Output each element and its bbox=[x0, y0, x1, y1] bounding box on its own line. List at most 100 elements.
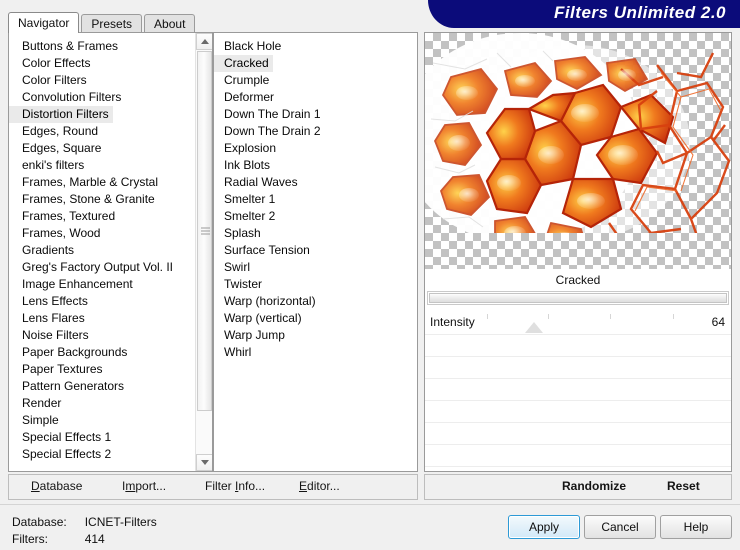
list-item[interactable]: Warp (horizontal) bbox=[214, 292, 417, 309]
list-item[interactable]: Swirl bbox=[214, 258, 417, 275]
category-paper-backgrounds[interactable]: Paper Backgrounds bbox=[9, 344, 131, 361]
filter-deformer[interactable]: Deformer bbox=[214, 89, 278, 106]
list-item[interactable]: Radial Waves bbox=[214, 173, 417, 190]
list-item[interactable]: Warp Jump bbox=[214, 326, 417, 343]
filter-preview-image[interactable] bbox=[425, 33, 731, 269]
list-item[interactable]: Pattern Generators bbox=[9, 377, 212, 394]
list-item[interactable]: Twister bbox=[214, 275, 417, 292]
parameter-row-intensity[interactable]: Intensity 64 bbox=[425, 313, 731, 335]
list-item[interactable]: Smelter 2 bbox=[214, 207, 417, 224]
tab-navigator[interactable]: Navigator bbox=[8, 12, 80, 33]
randomize-button[interactable]: Randomize bbox=[562, 479, 626, 493]
preview-horizontal-scrollbar[interactable] bbox=[427, 291, 729, 305]
filter-smelter-1[interactable]: Smelter 1 bbox=[214, 191, 279, 208]
tab-about[interactable]: About bbox=[144, 14, 196, 32]
list-item[interactable]: Warp (vertical) bbox=[214, 309, 417, 326]
category-list[interactable]: Buttons & Frames Color Effects Color Filte… bbox=[9, 33, 212, 471]
list-item[interactable]: Edges, Square bbox=[9, 139, 212, 156]
category-convolution-filters[interactable]: Convolution Filters bbox=[9, 89, 125, 106]
preview-scrollbar-thumb[interactable] bbox=[429, 293, 727, 303]
scroll-down-button[interactable] bbox=[196, 454, 212, 471]
list-item[interactable]: Down The Drain 1 bbox=[214, 105, 417, 122]
apply-button[interactable]: Apply bbox=[508, 515, 580, 539]
list-item[interactable]: Special Effects 2 bbox=[9, 445, 212, 462]
list-item[interactable]: Frames, Stone & Granite bbox=[9, 190, 212, 207]
category-list-scrollbar[interactable] bbox=[195, 33, 212, 471]
list-item[interactable]: Greg's Factory Output Vol. II bbox=[9, 258, 212, 275]
import-button[interactable]: Import... bbox=[122, 479, 166, 493]
category-frames-wood[interactable]: Frames, Wood bbox=[9, 225, 104, 242]
list-item[interactable]: Buttons & Frames bbox=[9, 37, 212, 54]
category-frames-marble-crystal[interactable]: Frames, Marble & Crystal bbox=[9, 174, 162, 191]
category-frames-stone-granite[interactable]: Frames, Stone & Granite bbox=[9, 191, 159, 208]
list-item[interactable]: Splash bbox=[214, 224, 417, 241]
parameter-slider-track[interactable] bbox=[487, 314, 674, 333]
category-gradients[interactable]: Gradients bbox=[9, 242, 78, 259]
category-edges-round[interactable]: Edges, Round bbox=[9, 123, 102, 140]
list-item[interactable]: Paper Textures bbox=[9, 360, 212, 377]
filter-info-button[interactable]: Filter Info... bbox=[205, 479, 265, 493]
list-item[interactable]: Color Filters bbox=[9, 71, 212, 88]
list-item[interactable]: Down The Drain 2 bbox=[214, 122, 417, 139]
category-lens-flares[interactable]: Lens Flares bbox=[9, 310, 89, 327]
list-item[interactable]: Lens Flares bbox=[9, 309, 212, 326]
list-item[interactable]: Cracked bbox=[214, 54, 417, 72]
list-item[interactable]: Gradients bbox=[9, 241, 212, 258]
list-item[interactable]: Paper Backgrounds bbox=[9, 343, 212, 360]
category-color-filters[interactable]: Color Filters bbox=[9, 72, 91, 89]
filter-down-the-drain-1[interactable]: Down The Drain 1 bbox=[214, 106, 325, 123]
filter-list[interactable]: Black Hole Cracked Crumple Deformer Down The… bbox=[214, 33, 417, 471]
reset-button[interactable]: Reset bbox=[667, 479, 700, 493]
category-paper-textures[interactable]: Paper Textures bbox=[9, 361, 107, 378]
filter-radial-waves[interactable]: Radial Waves bbox=[214, 174, 302, 191]
scroll-up-button[interactable] bbox=[196, 33, 212, 50]
list-item[interactable]: Render bbox=[9, 394, 212, 411]
category-simple[interactable]: Simple bbox=[9, 412, 63, 429]
filter-cracked[interactable]: Cracked bbox=[214, 55, 273, 72]
list-item[interactable]: Frames, Marble & Crystal bbox=[9, 173, 212, 190]
category-noise-filters[interactable]: Noise Filters bbox=[9, 327, 93, 344]
list-item[interactable]: Edges, Round bbox=[9, 122, 212, 139]
filter-black-hole[interactable]: Black Hole bbox=[214, 38, 285, 55]
parameter-slider-thumb[interactable] bbox=[524, 322, 543, 333]
filter-crumple[interactable]: Crumple bbox=[214, 72, 273, 89]
list-item[interactable]: Convolution Filters bbox=[9, 88, 212, 105]
filter-surface-tension[interactable]: Surface Tension bbox=[214, 242, 314, 259]
filter-whirl[interactable]: Whirl bbox=[214, 344, 255, 361]
list-item[interactable]: Crumple bbox=[214, 71, 417, 88]
category-render[interactable]: Render bbox=[9, 395, 65, 412]
filter-warp-jump[interactable]: Warp Jump bbox=[214, 327, 289, 344]
help-button[interactable]: Help bbox=[660, 515, 732, 539]
cancel-button[interactable]: Cancel bbox=[584, 515, 656, 539]
category-greg-s-factory-output-vol-ii[interactable]: Greg's Factory Output Vol. II bbox=[9, 259, 177, 276]
list-item[interactable]: Frames, Textured bbox=[9, 207, 212, 224]
filter-twister[interactable]: Twister bbox=[214, 276, 266, 293]
list-item[interactable]: Image Enhancement bbox=[9, 275, 212, 292]
category-special-effects-2[interactable]: Special Effects 2 bbox=[9, 446, 115, 463]
category-edges-square[interactable]: Edges, Square bbox=[9, 140, 105, 157]
list-item[interactable]: Lens Effects bbox=[9, 292, 212, 309]
category-distortion-filters[interactable]: Distortion Filters bbox=[9, 106, 113, 123]
list-item[interactable]: Smelter 1 bbox=[214, 190, 417, 207]
list-item[interactable]: Frames, Wood bbox=[9, 224, 212, 241]
list-item[interactable]: Ink Blots bbox=[214, 156, 417, 173]
database-button[interactable]: Database bbox=[31, 479, 82, 493]
filter-warp-vertical[interactable]: Warp (vertical) bbox=[214, 310, 306, 327]
category-enki-s-filters[interactable]: enki's filters bbox=[9, 157, 88, 174]
filter-warp-horizontal[interactable]: Warp (horizontal) bbox=[214, 293, 320, 310]
list-item[interactable]: Special Effects 1 bbox=[9, 428, 212, 445]
list-item[interactable]: Simple bbox=[9, 411, 212, 428]
filter-down-the-drain-2[interactable]: Down The Drain 2 bbox=[214, 123, 325, 140]
editor-button[interactable]: Editor... bbox=[299, 479, 340, 493]
filter-splash[interactable]: Splash bbox=[214, 225, 265, 242]
tab-presets[interactable]: Presets bbox=[81, 14, 143, 32]
list-item[interactable]: Deformer bbox=[214, 88, 417, 105]
list-item[interactable]: enki's filters bbox=[9, 156, 212, 173]
category-buttons-frames[interactable]: Buttons & Frames bbox=[9, 38, 122, 55]
list-item[interactable]: Noise Filters bbox=[9, 326, 212, 343]
category-special-effects-1[interactable]: Special Effects 1 bbox=[9, 429, 115, 446]
category-frames-textured[interactable]: Frames, Textured bbox=[9, 208, 119, 225]
scrollbar-thumb[interactable] bbox=[197, 51, 212, 411]
list-item[interactable]: Black Hole bbox=[214, 37, 417, 54]
filter-explosion[interactable]: Explosion bbox=[214, 140, 280, 157]
